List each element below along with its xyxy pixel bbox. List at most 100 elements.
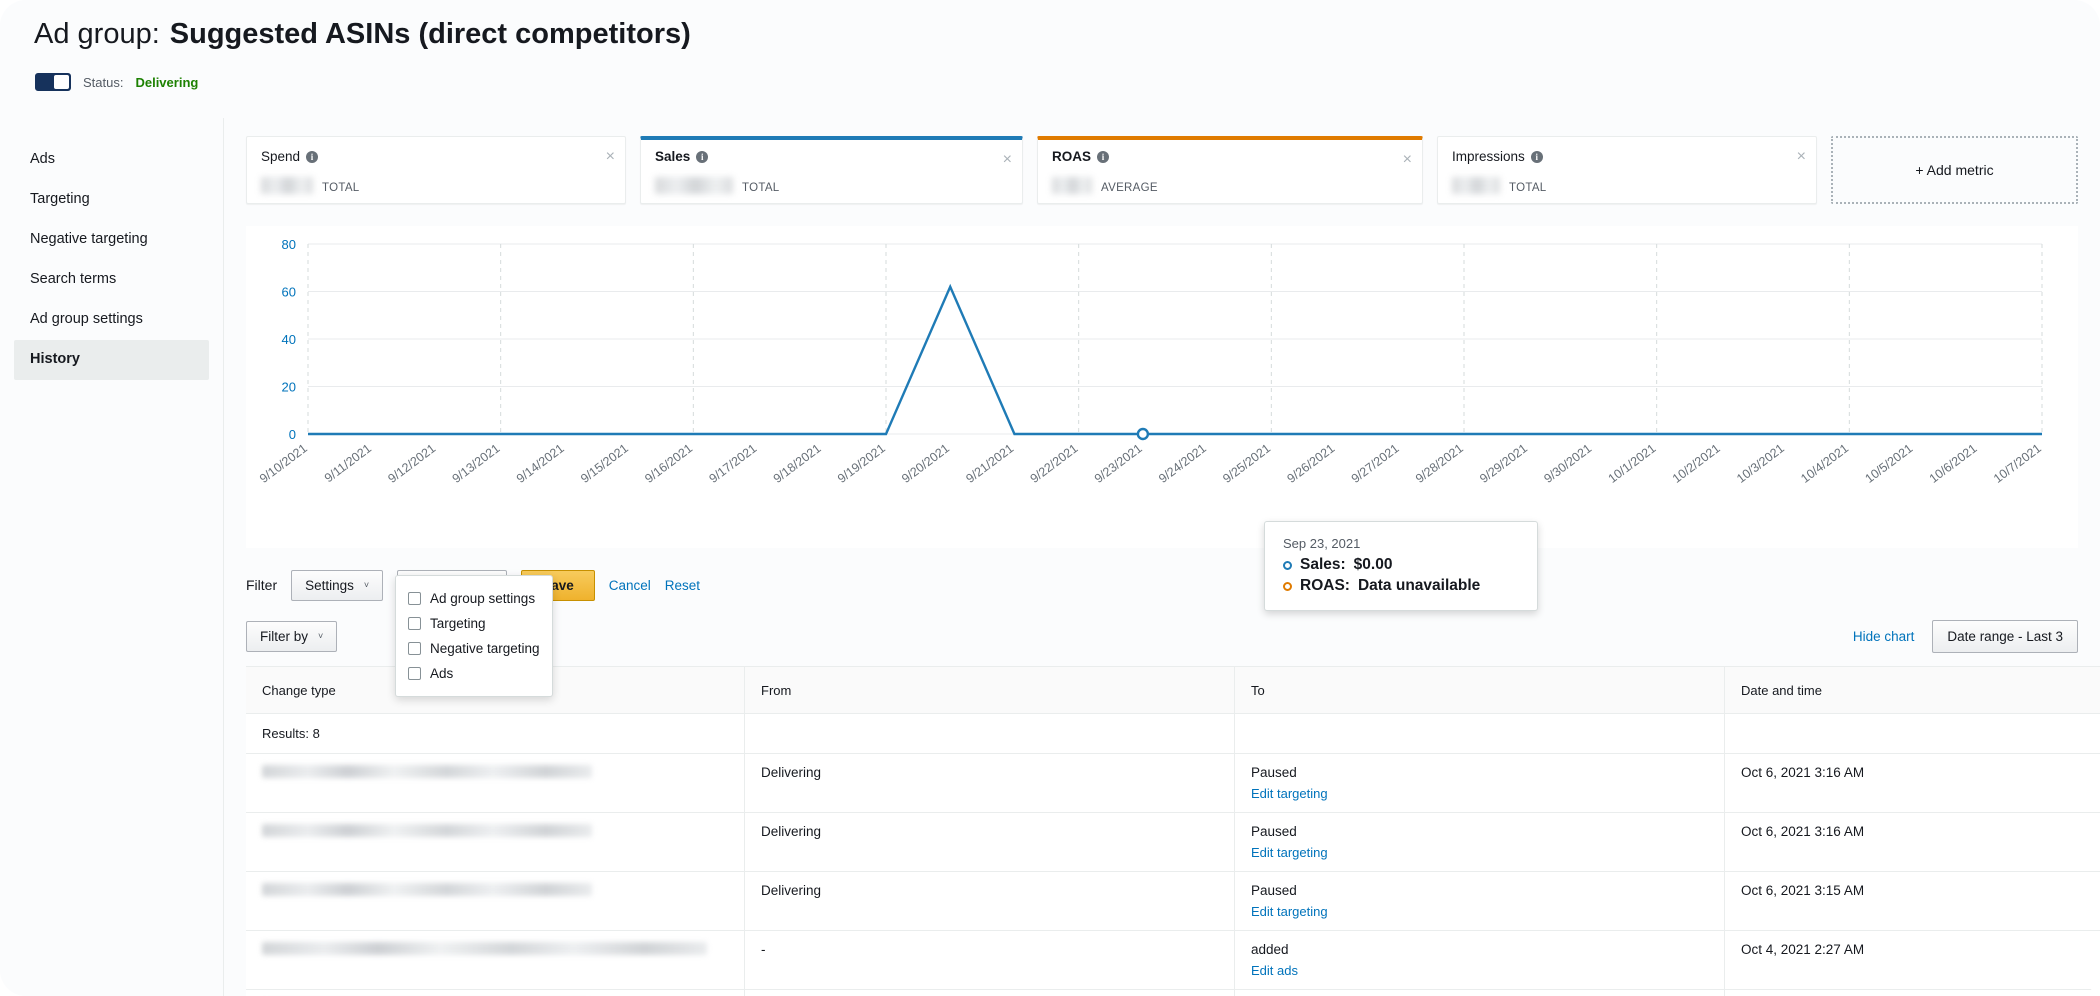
settings-button-label: Settings — [305, 577, 354, 593]
close-icon[interactable]: × — [606, 149, 615, 165]
dropdown-option-ad-group-settings[interactable]: Ad group settings — [396, 586, 552, 611]
results-count: Results: 8 — [262, 726, 320, 741]
metric-header: Impressions i — [1452, 149, 1802, 164]
cell-to-value: Paused — [1251, 883, 1297, 898]
hide-chart-button[interactable]: Hide chart — [1853, 629, 1915, 644]
close-icon[interactable]: × — [1403, 152, 1412, 168]
cell-datetime: Oct 6, 2021 3:15 AM — [1724, 872, 2100, 930]
page-title: Ad group: Suggested ASINs (direct compet… — [24, 18, 2100, 51]
app-root: Ad group: Suggested ASINs (direct compet… — [0, 0, 2100, 996]
cell-from: Delivering — [744, 872, 1234, 930]
cell-from: Delivering — [744, 754, 1234, 812]
results-spacer — [1724, 713, 2100, 754]
column-header-from[interactable]: From — [744, 666, 1234, 714]
checkbox-icon[interactable] — [408, 617, 421, 630]
metric-value-row: TOTAL — [1452, 177, 1802, 194]
filter-label: Filter — [246, 577, 278, 593]
svg-text:10/6/2021: 10/6/2021 — [1927, 441, 1980, 486]
sidebar-item-ad-group-settings[interactable]: Ad group settings — [14, 300, 209, 340]
cell-change-type — [246, 990, 744, 996]
table-row[interactable]: - added Edit ads Oct 4, 2021 2:27 AM — [246, 931, 2100, 990]
settings-button[interactable]: Settings ˅ — [291, 569, 384, 601]
table-row[interactable]: Delivering Paused Edit targeting Oct 6, … — [246, 872, 2100, 931]
dropdown-option-targeting[interactable]: Targeting — [396, 611, 552, 636]
main-content: Spend i × TOTAL Sales i × TOTAL ROAS i ×… — [224, 118, 2100, 996]
close-icon[interactable]: × — [1003, 152, 1012, 168]
svg-text:9/19/2021: 9/19/2021 — [835, 441, 888, 486]
svg-text:9/16/2021: 9/16/2021 — [642, 441, 695, 486]
svg-text:9/28/2021: 9/28/2021 — [1413, 441, 1466, 486]
chevron-down-icon: ˅ — [318, 631, 324, 641]
sidebar-item-negative-targeting[interactable]: Negative targeting — [14, 220, 209, 260]
cell-to: Paused Edit targeting — [1234, 872, 1724, 930]
metric-card-roas[interactable]: ROAS i × AVERAGE — [1037, 136, 1423, 204]
metric-name: Impressions — [1452, 149, 1525, 164]
sidebar-item-ads[interactable]: Ads — [14, 140, 209, 180]
sidebar-item-history[interactable]: History — [14, 339, 209, 380]
info-icon[interactable]: i — [1097, 150, 1110, 163]
svg-text:9/18/2021: 9/18/2021 — [771, 441, 824, 486]
cell-datetime: Oct 4, 2021 2:27 AM — [1724, 931, 2100, 989]
filter-by-button[interactable]: Filter by ˅ — [246, 620, 338, 652]
svg-text:0: 0 — [289, 427, 296, 442]
metric-card-sales[interactable]: Sales i × TOTAL — [640, 136, 1023, 204]
cell-from: - — [744, 931, 1234, 989]
metric-aggregation: TOTAL — [742, 182, 780, 194]
metric-value-row: AVERAGE — [1052, 177, 1408, 194]
checkbox-icon[interactable] — [408, 592, 421, 605]
info-icon[interactable]: i — [696, 150, 709, 163]
sidebar-item-targeting[interactable]: Targeting — [14, 180, 209, 220]
edit-link[interactable]: Edit targeting — [1251, 786, 1708, 801]
tooltip-row-roas: ROAS: Data unavailable — [1283, 577, 1519, 595]
dropdown-option-negative-targeting[interactable]: Negative targeting — [396, 636, 552, 661]
svg-text:9/27/2021: 9/27/2021 — [1349, 441, 1402, 486]
table-right-controls: Hide chart Date range - Last 3 — [1853, 619, 2078, 653]
svg-text:10/4/2021: 10/4/2021 — [1798, 441, 1851, 486]
svg-text:10/7/2021: 10/7/2021 — [1991, 441, 2044, 486]
checkbox-icon[interactable] — [408, 642, 421, 655]
chart-tooltip: Sep 23, 2021 Sales: $0.00 ROAS: Data una… — [1264, 521, 1538, 611]
dropdown-option-ads[interactable]: Ads — [396, 661, 552, 686]
body-wrapper: Ads Targeting Negative targeting Search … — [0, 118, 2100, 996]
metric-value-redacted — [1052, 177, 1092, 194]
info-icon[interactable]: i — [306, 150, 319, 163]
svg-text:9/17/2021: 9/17/2021 — [707, 441, 760, 486]
metric-card-spend[interactable]: Spend i × TOTAL — [246, 136, 626, 204]
cell-change-type — [246, 931, 744, 989]
edit-link[interactable]: Edit ads — [1251, 963, 1708, 978]
edit-link[interactable]: Edit targeting — [1251, 904, 1708, 919]
filter-by-dropdown[interactable]: Ad group settings Targeting Negative tar… — [395, 575, 553, 697]
metric-value-row: TOTAL — [655, 177, 1008, 194]
cell-change-type — [246, 754, 744, 812]
change-type-redacted — [262, 942, 707, 955]
add-metric-button[interactable]: + Add metric — [1831, 136, 2078, 204]
column-header-date-and-time[interactable]: Date and time — [1724, 666, 2100, 714]
cell-to: Paused Edit targeting — [1234, 754, 1724, 812]
cancel-button[interactable]: Cancel — [609, 578, 651, 593]
table-row[interactable]: $0.76 $0.88 Edit targeting Sep 24, 2021 … — [246, 990, 2100, 996]
results-spacer — [744, 713, 1234, 754]
status-row: Status: Delivering — [24, 73, 2100, 91]
metric-aggregation: AVERAGE — [1101, 182, 1158, 194]
metric-value-row: TOTAL — [261, 177, 611, 194]
status-toggle[interactable] — [35, 73, 71, 91]
sidebar-item-search-terms[interactable]: Search terms — [14, 260, 209, 300]
status-badge: Delivering — [135, 74, 199, 90]
tooltip-sales-label: Sales: — [1300, 556, 1346, 573]
dropdown-option-label: Ad group settings — [430, 591, 536, 606]
info-icon[interactable]: i — [1530, 150, 1543, 163]
metric-aggregation: TOTAL — [322, 182, 360, 194]
metric-card-impressions[interactable]: Impressions i × TOTAL — [1437, 136, 1817, 204]
table-row[interactable]: Delivering Paused Edit targeting Oct 6, … — [246, 813, 2100, 872]
column-header-to[interactable]: To — [1234, 666, 1724, 714]
sales-marker-icon — [1283, 560, 1292, 570]
table-row[interactable]: Delivering Paused Edit targeting Oct 6, … — [246, 754, 2100, 813]
cell-from: Delivering — [744, 813, 1234, 871]
cell-to-value: added — [1251, 942, 1289, 957]
metric-name: ROAS — [1052, 149, 1092, 164]
date-range-button[interactable]: Date range - Last 3 — [1932, 619, 2078, 653]
edit-link[interactable]: Edit targeting — [1251, 845, 1708, 860]
reset-button[interactable]: Reset — [665, 578, 700, 593]
close-icon[interactable]: × — [1797, 149, 1806, 165]
checkbox-icon[interactable] — [408, 667, 421, 680]
